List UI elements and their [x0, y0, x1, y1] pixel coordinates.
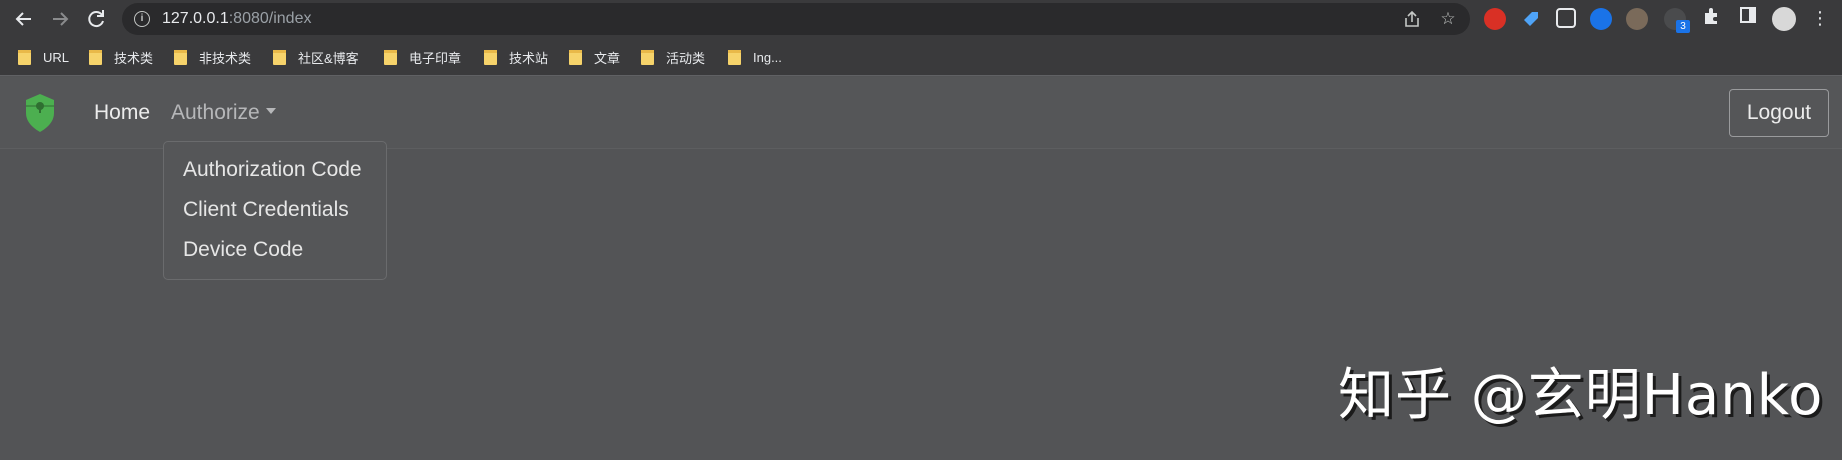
star-icon[interactable]: ☆ — [1438, 9, 1458, 29]
extension-face-icon[interactable] — [1626, 8, 1648, 30]
menu-kebab-icon[interactable]: ⋮ — [1808, 6, 1832, 30]
folder-icon — [641, 49, 654, 65]
share-icon[interactable] — [1402, 9, 1422, 29]
bookmarks-bar: URL 技术类 非技术类 社区&博客 电子印章 技术站 文章 活动类 Ing..… — [0, 38, 1842, 76]
extension-triangle-icon[interactable] — [1590, 8, 1612, 30]
folder-icon — [273, 49, 286, 65]
bookmark-label: URL — [43, 49, 70, 65]
nav-home[interactable]: Home — [94, 101, 150, 125]
folder-icon — [484, 49, 497, 65]
bookmark-label: 活动类 — [666, 50, 706, 66]
url-host: 127.0.0.1 — [162, 10, 229, 27]
brand-logo[interactable] — [24, 93, 56, 133]
folder-icon — [569, 49, 582, 65]
authorize-dropdown-menu: Authorization Code Client Credentials De… — [163, 141, 387, 280]
profile-avatar[interactable] — [1772, 7, 1796, 31]
extension-glasses-icon[interactable] — [1556, 8, 1576, 28]
bookmark-label: Ing... — [753, 49, 782, 65]
bookmark-articles[interactable]: 文章 — [569, 47, 620, 67]
nav-authorize-label: Authorize — [171, 101, 260, 124]
address-bar[interactable]: i 127.0.0.1:8080/index ☆ — [122, 3, 1470, 35]
app-navbar: Home Authorize Logout — [0, 77, 1842, 149]
extension-adblock-icon[interactable] — [1484, 8, 1506, 30]
bookmark-label: 文章 — [594, 50, 621, 66]
info-icon[interactable]: i — [134, 11, 150, 27]
folder-icon — [384, 49, 397, 65]
browser-chrome: i 127.0.0.1:8080/index ☆ 3 ⋮ URL 技术类 非技术… — [0, 0, 1842, 76]
bookmark-ing[interactable]: Ing... — [728, 47, 782, 67]
bookmark-tech[interactable]: 技术类 — [89, 47, 153, 67]
bookmark-label: 技术站 — [509, 50, 549, 66]
bookmark-url[interactable]: URL — [18, 47, 69, 67]
menu-item-authorization-code[interactable]: Authorization Code — [164, 154, 386, 194]
reload-button[interactable] — [84, 7, 108, 31]
nav-authorize-dropdown-toggle[interactable]: Authorize — [171, 101, 276, 125]
menu-item-client-credentials[interactable]: Client Credentials — [164, 194, 386, 234]
back-button[interactable] — [12, 7, 36, 31]
bookmark-techsite[interactable]: 技术站 — [484, 47, 548, 67]
side-panel-icon[interactable] — [1736, 6, 1760, 30]
bookmark-seal[interactable]: 电子印章 — [384, 47, 461, 67]
bookmark-label: 非技术类 — [199, 50, 252, 66]
folder-icon — [728, 49, 741, 65]
browser-toolbar: i 127.0.0.1:8080/index ☆ 3 ⋮ — [0, 0, 1842, 38]
menu-item-device-code[interactable]: Device Code — [164, 234, 386, 274]
caret-down-icon — [265, 108, 276, 115]
folder-icon — [18, 49, 31, 65]
arrow-right-icon — [53, 12, 69, 26]
bookmark-label: 社区&博客 — [298, 50, 359, 66]
bookmark-label: 电子印章 — [409, 50, 462, 66]
extension-badge: 3 — [1676, 20, 1690, 33]
reload-icon — [88, 10, 104, 28]
bookmark-label: 技术类 — [114, 50, 154, 66]
url-text[interactable]: 127.0.0.1:8080/index — [162, 10, 311, 28]
arrow-left-icon — [15, 12, 31, 26]
puzzle-icon[interactable] — [1700, 6, 1724, 30]
bookmark-community[interactable]: 社区&博客 — [273, 47, 359, 67]
extension-tag-icon[interactable] — [1520, 8, 1542, 30]
forward-button[interactable] — [48, 7, 72, 31]
folder-icon — [89, 49, 102, 65]
bookmark-events[interactable]: 活动类 — [641, 47, 705, 67]
logout-button[interactable]: Logout — [1729, 89, 1829, 137]
shield-icon — [26, 94, 54, 132]
watermark: 知乎 @玄明Hanko — [1338, 363, 1824, 428]
bookmark-nontech[interactable]: 非技术类 — [174, 47, 251, 67]
url-path: :8080/index — [228, 10, 312, 27]
folder-icon — [174, 49, 187, 65]
